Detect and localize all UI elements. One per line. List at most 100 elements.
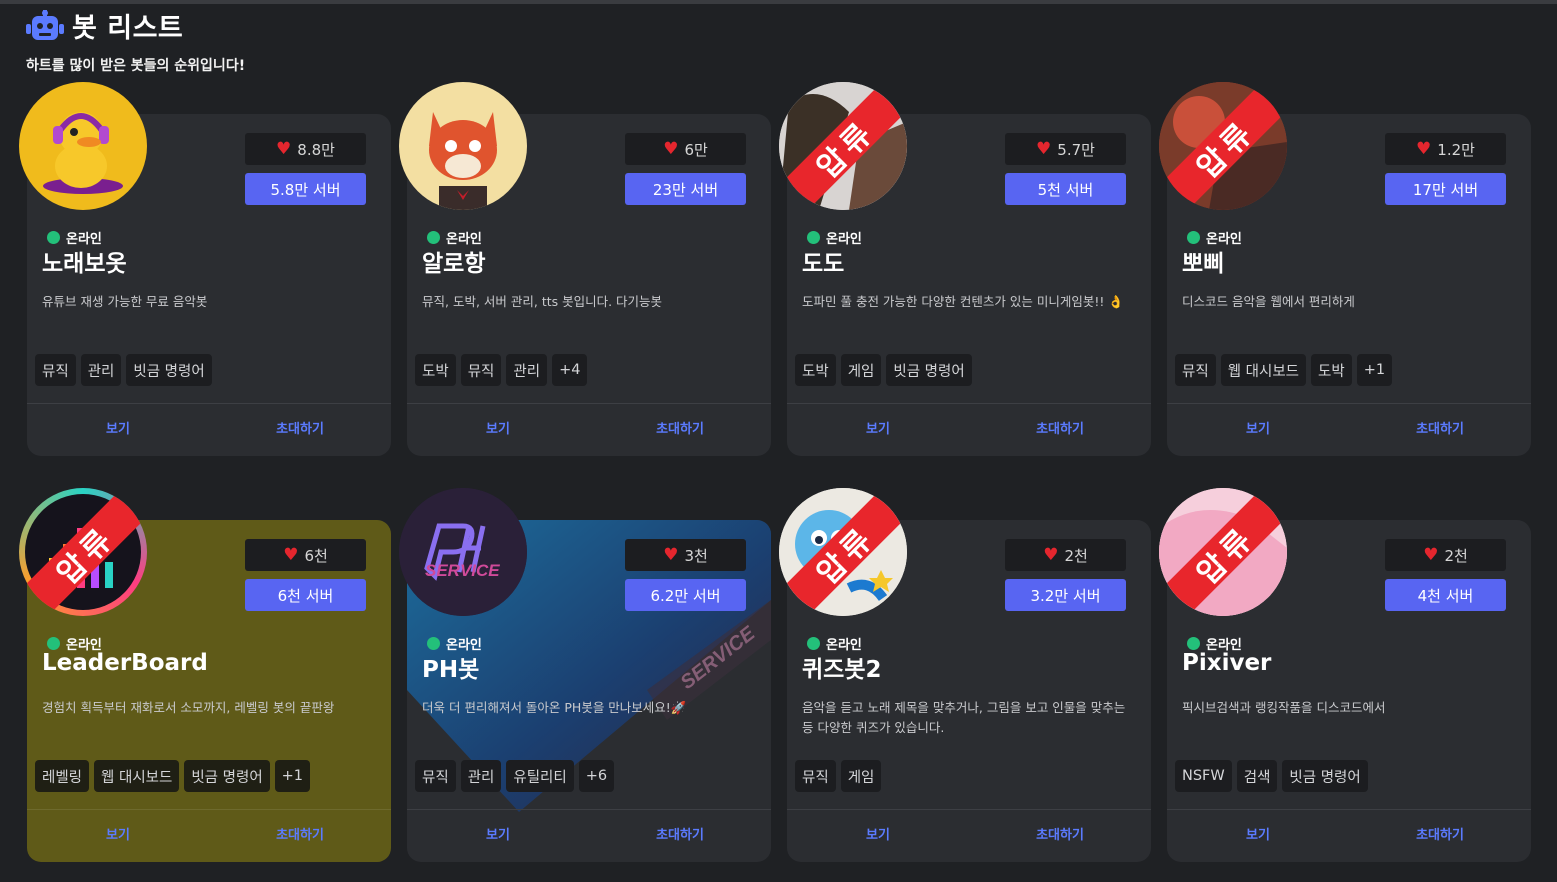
tag[interactable]: 관리	[80, 354, 122, 386]
online-dot-icon	[1187, 231, 1200, 244]
invite-button[interactable]: 초대하기	[969, 418, 1151, 437]
bot-name[interactable]: 알로항	[422, 244, 485, 278]
bot-avatar[interactable]	[19, 82, 147, 210]
bot-avatar[interactable]: 압류	[779, 488, 907, 616]
online-dot-icon	[427, 231, 440, 244]
bot-avatar[interactable]: 압류	[19, 488, 147, 616]
invite-button[interactable]: 초대하기	[1349, 824, 1531, 843]
invite-button[interactable]: 초대하기	[589, 418, 771, 437]
invite-button[interactable]: 초대하기	[209, 418, 391, 437]
divider	[407, 403, 771, 404]
bot-name[interactable]: 뽀삐	[1182, 244, 1224, 278]
tag-list: 뮤직 게임	[795, 760, 882, 792]
bot-avatar[interactable]: 압류	[779, 82, 907, 210]
tag[interactable]: 빗금 명령어	[184, 760, 270, 792]
bot-description: 픽시브검색과 랭킹작품을 디스코드에서	[1182, 700, 1386, 715]
page-title: 봇 리스트	[72, 13, 184, 44]
bot-avatar[interactable]: 압류	[1159, 82, 1287, 210]
tag[interactable]: 웹 대시보드	[94, 760, 180, 792]
server-count-badge: 6.2만 서버	[625, 579, 746, 611]
server-count-badge: 17만 서버	[1385, 173, 1506, 205]
view-button[interactable]: 보기	[27, 824, 209, 843]
tag-list: 뮤직 관리 빗금 명령어	[35, 354, 212, 386]
hearts-badge[interactable]: ♥ 2천	[1385, 539, 1506, 571]
view-button[interactable]: 보기	[1167, 824, 1349, 843]
bot-name[interactable]: 퀴즈봇2	[802, 650, 881, 684]
tag[interactable]: 도박	[795, 354, 836, 386]
tag-more[interactable]: +1	[1356, 354, 1393, 386]
tag-list: 뮤직 관리 유틸리티 +6	[415, 760, 615, 792]
invite-button[interactable]: 초대하기	[209, 824, 391, 843]
tag[interactable]: NSFW	[1175, 760, 1232, 792]
tag[interactable]: 빗금 명령어	[1282, 760, 1368, 792]
bot-name[interactable]: 도도	[802, 244, 844, 278]
tag[interactable]: 뮤직	[1175, 354, 1216, 386]
bot-name[interactable]: 노래보옷	[42, 244, 127, 278]
heart-icon: ♥	[1423, 544, 1439, 565]
tag-more[interactable]: +1	[274, 760, 311, 792]
bot-avatar[interactable]: 압류	[1159, 488, 1287, 616]
heart-icon: ♥	[1043, 544, 1059, 565]
server-count-badge: 6천 서버	[245, 579, 366, 611]
tag[interactable]: 관리	[506, 354, 548, 386]
tag[interactable]: 웹 대시보드	[1220, 354, 1306, 386]
tag[interactable]: 빗금 명령어	[886, 354, 972, 386]
hearts-badge[interactable]: ♥ 1.2만	[1385, 133, 1506, 165]
invite-button[interactable]: 초대하기	[969, 824, 1151, 843]
hearts-badge[interactable]: ♥ 6만	[625, 133, 746, 165]
hearts-badge[interactable]: ♥ 5.7만	[1005, 133, 1126, 165]
tag[interactable]: 빗금 명령어	[126, 354, 212, 386]
heart-icon: ♥	[663, 544, 679, 565]
bot-description: 더욱 더 편리해져서 돌아온 PH봇을 만나보세요!🚀	[422, 700, 687, 715]
title-row: 봇 리스트	[26, 6, 245, 45]
tag[interactable]: 게임	[840, 354, 882, 386]
heart-count: 2천	[1064, 546, 1088, 565]
view-button[interactable]: 보기	[1167, 418, 1349, 437]
bot-name[interactable]: LeaderBoard	[42, 650, 208, 676]
heart-count: 8.8만	[297, 140, 335, 159]
view-button[interactable]: 보기	[407, 418, 589, 437]
online-dot-icon	[427, 637, 440, 650]
tag[interactable]: 뮤직	[415, 760, 456, 792]
view-button[interactable]: 보기	[787, 418, 969, 437]
bot-name[interactable]: PH봇	[422, 650, 479, 684]
hearts-badge[interactable]: ♥ 6천	[245, 539, 366, 571]
hearts-badge[interactable]: ♥ 2천	[1005, 539, 1126, 571]
hearts-badge[interactable]: ♥ 8.8만	[245, 133, 366, 165]
tag[interactable]: 뮤직	[35, 354, 76, 386]
view-button[interactable]: 보기	[787, 824, 969, 843]
tag[interactable]: 레벨링	[35, 760, 90, 792]
tag[interactable]: 뮤직	[460, 354, 502, 386]
tag[interactable]: 뮤직	[795, 760, 836, 792]
tag[interactable]: 유틸리티	[506, 760, 574, 792]
tag-list: 레벨링 웹 대시보드 빗금 명령어 +1	[35, 760, 311, 792]
server-count-badge: 4천 서버	[1385, 579, 1506, 611]
heart-count: 6만	[684, 140, 708, 159]
tag[interactable]: 관리	[460, 760, 502, 792]
online-dot-icon	[47, 637, 60, 650]
view-button[interactable]: 보기	[407, 824, 589, 843]
bot-name[interactable]: Pixiver	[1182, 650, 1271, 676]
tag-more[interactable]: +6	[578, 760, 615, 792]
heart-count: 1.2만	[1437, 140, 1475, 159]
online-dot-icon	[47, 231, 60, 244]
bot-avatar[interactable]	[399, 82, 527, 210]
tag-list: 도박 게임 빗금 명령어	[795, 354, 972, 386]
tag-more[interactable]: +4	[552, 354, 588, 386]
heart-count: 6천	[304, 546, 328, 565]
tag[interactable]: 게임	[840, 760, 882, 792]
view-button[interactable]: 보기	[27, 418, 209, 437]
online-dot-icon	[807, 637, 820, 650]
bot-avatar[interactable]: SERVICE	[399, 488, 527, 616]
invite-button[interactable]: 초대하기	[589, 824, 771, 843]
heart-count: 2천	[1444, 546, 1468, 565]
tag[interactable]: 검색	[1236, 760, 1278, 792]
hearts-badge[interactable]: ♥ 3천	[625, 539, 746, 571]
tag[interactable]: 도박	[1311, 354, 1352, 386]
divider	[407, 809, 771, 810]
tag-list: 도박 뮤직 관리 +4	[415, 354, 588, 386]
heart-icon: ♥	[663, 138, 679, 159]
tag[interactable]: 도박	[415, 354, 456, 386]
invite-button[interactable]: 초대하기	[1349, 418, 1531, 437]
divider	[27, 809, 391, 810]
